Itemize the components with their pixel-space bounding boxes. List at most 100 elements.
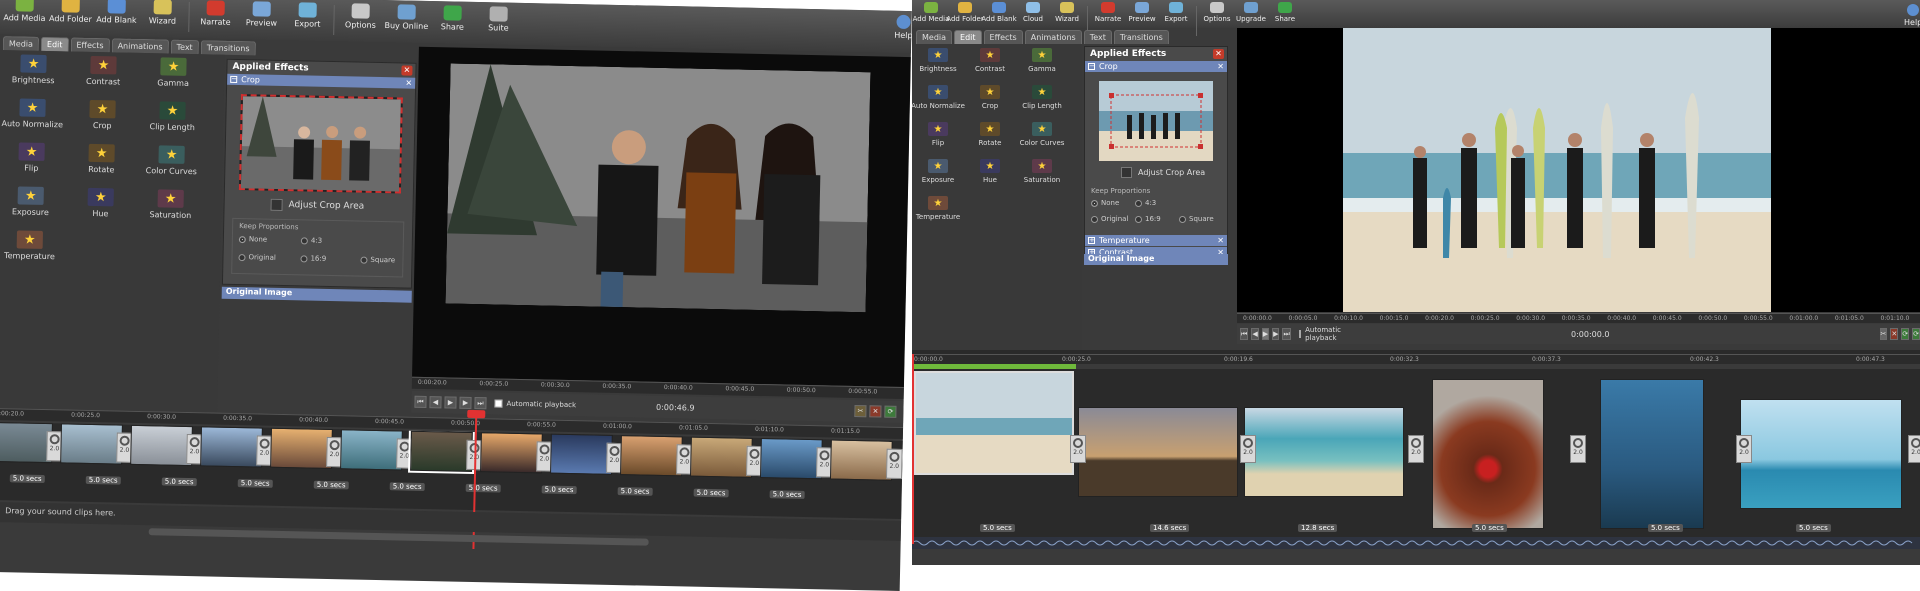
radio-square[interactable]: Square (360, 256, 395, 264)
timeline-clip[interactable] (408, 428, 475, 475)
effect-auto-normalize[interactable]: ★ Auto Normalize (0, 98, 68, 129)
transition-marker[interactable]: 2.0 (1570, 435, 1586, 463)
effect-temperature[interactable]: ★ Temperature (0, 230, 65, 261)
options-button[interactable]: Options (1200, 0, 1234, 28)
playhead-handle[interactable] (467, 409, 486, 419)
add-blank-button[interactable]: Add Blank (981, 0, 1017, 28)
share-button[interactable]: Share (1268, 0, 1302, 28)
timeline-clip[interactable] (200, 426, 263, 468)
radio-16-9[interactable]: 16:9 (1135, 215, 1161, 223)
remove-crop-button[interactable]: ✕ (1217, 62, 1224, 71)
preview-button[interactable]: Preview (1125, 0, 1159, 28)
step-back-button[interactable]: ◀ (1251, 328, 1259, 340)
add-media-button[interactable]: Add Media (1, 0, 48, 35)
step-forward-button[interactable]: ▶ (459, 396, 472, 409)
timeline-clip[interactable] (60, 423, 123, 465)
crop-preview[interactable] (1099, 81, 1213, 161)
tab-edit[interactable]: Edit (40, 36, 69, 52)
radio-original[interactable]: Original (238, 253, 276, 262)
effect-clip-length[interactable]: ★ Clip Length (1016, 85, 1068, 110)
share-button[interactable]: Share (429, 1, 476, 44)
transition-marker[interactable]: 2.0 (1240, 435, 1256, 463)
skip-end-button[interactable]: ⏭ (474, 397, 487, 410)
timeline-clip[interactable] (690, 436, 753, 478)
suite-button[interactable]: Suite (475, 2, 522, 45)
skip-end-button[interactable]: ⏭ (1282, 328, 1291, 340)
effect-gamma[interactable]: ★ Gamma (138, 57, 209, 88)
help-button[interactable]: Help (894, 11, 912, 53)
preview-button[interactable]: Preview (238, 0, 285, 40)
tab-effects[interactable]: Effects (983, 30, 1023, 44)
tab-animations[interactable]: Animations (111, 38, 169, 54)
effect-exposure[interactable]: ★ Exposure (0, 186, 66, 217)
skip-start-button[interactable]: ⏮ (1240, 328, 1249, 340)
radio-none[interactable]: None (238, 235, 267, 244)
refresh-button[interactable]: ⟳ (1901, 328, 1910, 340)
effect-color-curves[interactable]: ★ Color Curves (1016, 122, 1068, 147)
timeline-clip[interactable] (829, 439, 893, 481)
effect-contrast[interactable]: ★ Contrast (68, 55, 139, 87)
redo-button[interactable]: ⟳ (1912, 328, 1920, 340)
effect-rotate[interactable]: ★ Rotate (66, 143, 137, 174)
effect-hue[interactable]: ★ Hue (65, 187, 136, 218)
crop-section-header[interactable]: − Crop ✕ (1085, 61, 1227, 72)
buy-online-button[interactable]: Buy Online (383, 0, 430, 43)
effect-gamma[interactable]: ★ Gamma (1016, 48, 1068, 73)
remove-crop-button[interactable]: ✕ (405, 79, 412, 88)
crop-preview[interactable] (238, 94, 403, 194)
autoplay-checkbox[interactable] (1298, 330, 1302, 338)
adjust-crop-button[interactable]: Adjust Crop Area (1121, 167, 1205, 178)
timeline-clip[interactable] (1740, 399, 1902, 509)
effect-flip[interactable]: ★ Flip (912, 122, 964, 147)
play-button[interactable]: ▶ (444, 396, 457, 409)
effect-auto-normalize[interactable]: ★ Auto Normalize (912, 85, 965, 110)
effect-saturation[interactable]: ★ Saturation (1016, 159, 1068, 184)
help-button[interactable]: Help (1904, 0, 1920, 28)
skip-start-button[interactable]: ⏮ (414, 395, 427, 409)
timeline-clip[interactable] (480, 432, 543, 474)
cloud-button[interactable]: Cloud (1016, 0, 1050, 28)
original-image-bar[interactable]: Original Image (221, 286, 412, 303)
tab-transitions[interactable]: Transitions (200, 40, 256, 56)
timeline-ruler[interactable]: 0:00:00.0 0:00:25.0 0:00:19.6 0:00:32.3 0:00… (912, 354, 1920, 364)
crop-tool-button[interactable]: ✂ (1879, 328, 1888, 340)
export-button[interactable]: Export (284, 0, 331, 41)
effect-exposure[interactable]: ★ Exposure (912, 159, 964, 184)
add-media-button[interactable]: Add Media (913, 0, 949, 28)
tab-edit[interactable]: Edit (954, 30, 982, 44)
close-effects-button[interactable]: ✕ (1213, 49, 1224, 59)
effect-crop[interactable]: ★ Crop (67, 99, 138, 130)
timeline-clip[interactable] (130, 424, 193, 467)
refresh-button[interactable]: ⟳ (884, 405, 897, 418)
effect-crop[interactable]: ★ Crop (964, 85, 1016, 110)
collapsed-temperature-header[interactable]: + Temperature ✕ (1085, 235, 1227, 246)
transition-marker[interactable]: 2.0 (1736, 435, 1752, 463)
effect-temperature[interactable]: ★ Temperature (912, 196, 964, 221)
tab-effects[interactable]: Effects (70, 37, 110, 53)
effect-flip[interactable]: ★ Flip (0, 142, 67, 173)
autoplay-checkbox[interactable] (494, 399, 503, 408)
crop-tool-button[interactable]: ✂ (854, 404, 867, 418)
transition-marker[interactable]: 2.0 (1408, 435, 1424, 463)
add-folder-button[interactable]: Add Folder (946, 0, 984, 28)
preview-ruler[interactable]: 0:00:00.0 0:00:05.0 0:00:10.0 0:00:15.0 0:00… (1237, 313, 1920, 323)
transition-marker[interactable]: 2.0 (1070, 435, 1086, 463)
delete-button[interactable]: ✕ (869, 405, 882, 418)
playhead[interactable] (912, 354, 914, 544)
delete-button[interactable]: ✕ (1890, 328, 1899, 340)
radio-square[interactable]: Square (1179, 215, 1214, 223)
radio-4-3[interactable]: 4:3 (300, 236, 322, 245)
play-button[interactable]: ▶ (1261, 328, 1270, 340)
video-track[interactable]: 2.0 2.0 2.0 2.0 2.0 2.0 5.0 secs 14.6 secs 12.8 … (912, 369, 1920, 537)
tab-transitions[interactable]: Transitions (1113, 30, 1169, 44)
narrate-button[interactable]: Narrate (192, 0, 239, 39)
options-button[interactable]: Options (337, 0, 384, 42)
effect-brightness[interactable]: ★ Brightness (0, 54, 69, 85)
wizard-button[interactable]: Wizard (1050, 0, 1084, 28)
step-forward-button[interactable]: ▶ (1272, 328, 1280, 340)
transition-marker[interactable]: 2.0 (1908, 435, 1920, 463)
radio-16-9[interactable]: 16:9 (300, 254, 326, 263)
effect-rotate[interactable]: ★ Rotate (964, 122, 1016, 147)
export-button[interactable]: Export (1159, 0, 1193, 28)
effect-saturation[interactable]: ★ Saturation (135, 189, 206, 220)
